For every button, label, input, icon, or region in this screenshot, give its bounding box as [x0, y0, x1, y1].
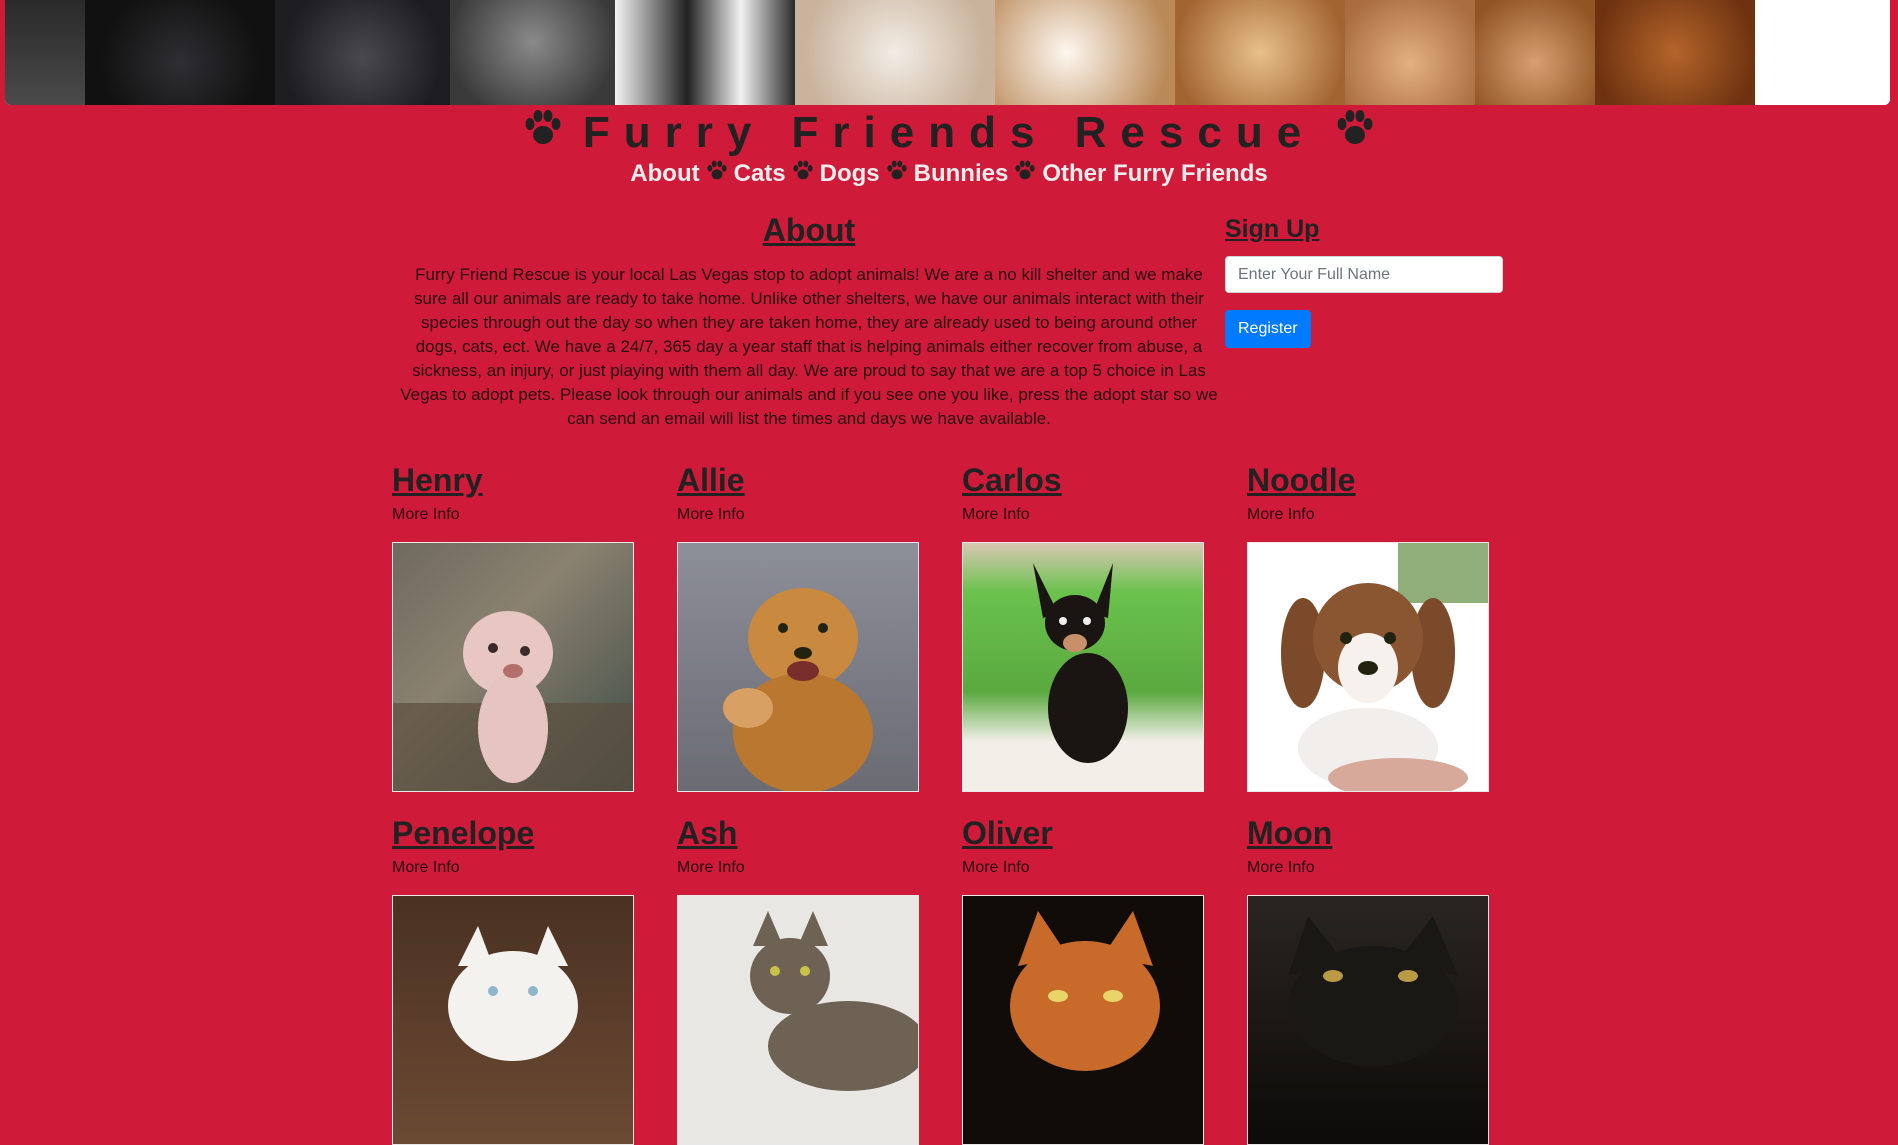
more-info-link[interactable]: More Info: [962, 859, 1206, 877]
more-info-link[interactable]: More Info: [392, 859, 636, 877]
animal-name[interactable]: Penelope: [392, 813, 636, 853]
nav-item-about[interactable]: About: [630, 160, 699, 188]
site-title-text: Furry Friends Rescue: [582, 108, 1316, 157]
animal-name[interactable]: Moon: [1247, 813, 1491, 853]
full-name-input[interactable]: [1225, 256, 1503, 293]
animal-photo[interactable]: [1247, 542, 1489, 792]
signup-heading: Sign Up: [1225, 215, 1320, 243]
nav-item-other-furry-friends[interactable]: Other Furry Friends: [1042, 160, 1267, 188]
animal-photo[interactable]: [962, 542, 1204, 792]
animal-card: Oliver More Info: [962, 813, 1206, 1145]
animal-card: Allie More Info: [677, 460, 921, 792]
nav-item-cats[interactable]: Cats: [734, 160, 786, 188]
nav-item-dogs[interactable]: Dogs: [820, 160, 880, 188]
about-text: Furry Friend Rescue is your local Las Ve…: [400, 265, 1218, 428]
animal-photo[interactable]: [392, 542, 634, 792]
nav-item-bunnies[interactable]: Bunnies: [914, 160, 1009, 188]
paw-icon: [792, 160, 814, 188]
about-heading: About: [762, 212, 856, 248]
site-title: Furry Friends Rescue: [0, 108, 1898, 158]
paw-icon: [1335, 108, 1375, 158]
animal-card: Henry More Info: [392, 460, 636, 792]
paw-icon: [706, 160, 728, 188]
more-info-link[interactable]: More Info: [677, 859, 921, 877]
animal-name[interactable]: Noodle: [1247, 460, 1491, 500]
signup-section: Sign Up Register: [1225, 215, 1505, 348]
animal-photo[interactable]: [392, 895, 634, 1145]
animal-card: Ash More Info: [677, 813, 921, 1145]
animal-card: Moon More Info: [1247, 813, 1491, 1145]
animal-photo[interactable]: [677, 542, 919, 792]
about-section: About Furry Friend Rescue is your local …: [400, 212, 1218, 431]
register-button[interactable]: Register: [1225, 310, 1311, 348]
animal-name[interactable]: Henry: [392, 460, 636, 500]
header-banner-image: [5, 0, 1890, 105]
animal-photo[interactable]: [677, 895, 919, 1145]
paw-icon: [1014, 160, 1036, 188]
animal-name[interactable]: Allie: [677, 460, 921, 500]
paw-icon: [886, 160, 908, 188]
animal-name[interactable]: Carlos: [962, 460, 1206, 500]
more-info-link[interactable]: More Info: [962, 506, 1206, 524]
animal-card: Penelope More Info: [392, 813, 636, 1145]
animal-name[interactable]: Oliver: [962, 813, 1206, 853]
animal-card: Noodle More Info: [1247, 460, 1491, 792]
paw-icon: [523, 108, 563, 158]
animal-card: Carlos More Info: [962, 460, 1206, 792]
animal-name[interactable]: Ash: [677, 813, 921, 853]
more-info-link[interactable]: More Info: [1247, 859, 1491, 877]
main-nav: About Cats Dogs Bunnies Other Furry Frie…: [0, 160, 1898, 188]
more-info-link[interactable]: More Info: [677, 506, 921, 524]
more-info-link[interactable]: More Info: [392, 506, 636, 524]
animal-photo[interactable]: [962, 895, 1204, 1145]
more-info-link[interactable]: More Info: [1247, 506, 1491, 524]
animal-photo[interactable]: [1247, 895, 1489, 1145]
